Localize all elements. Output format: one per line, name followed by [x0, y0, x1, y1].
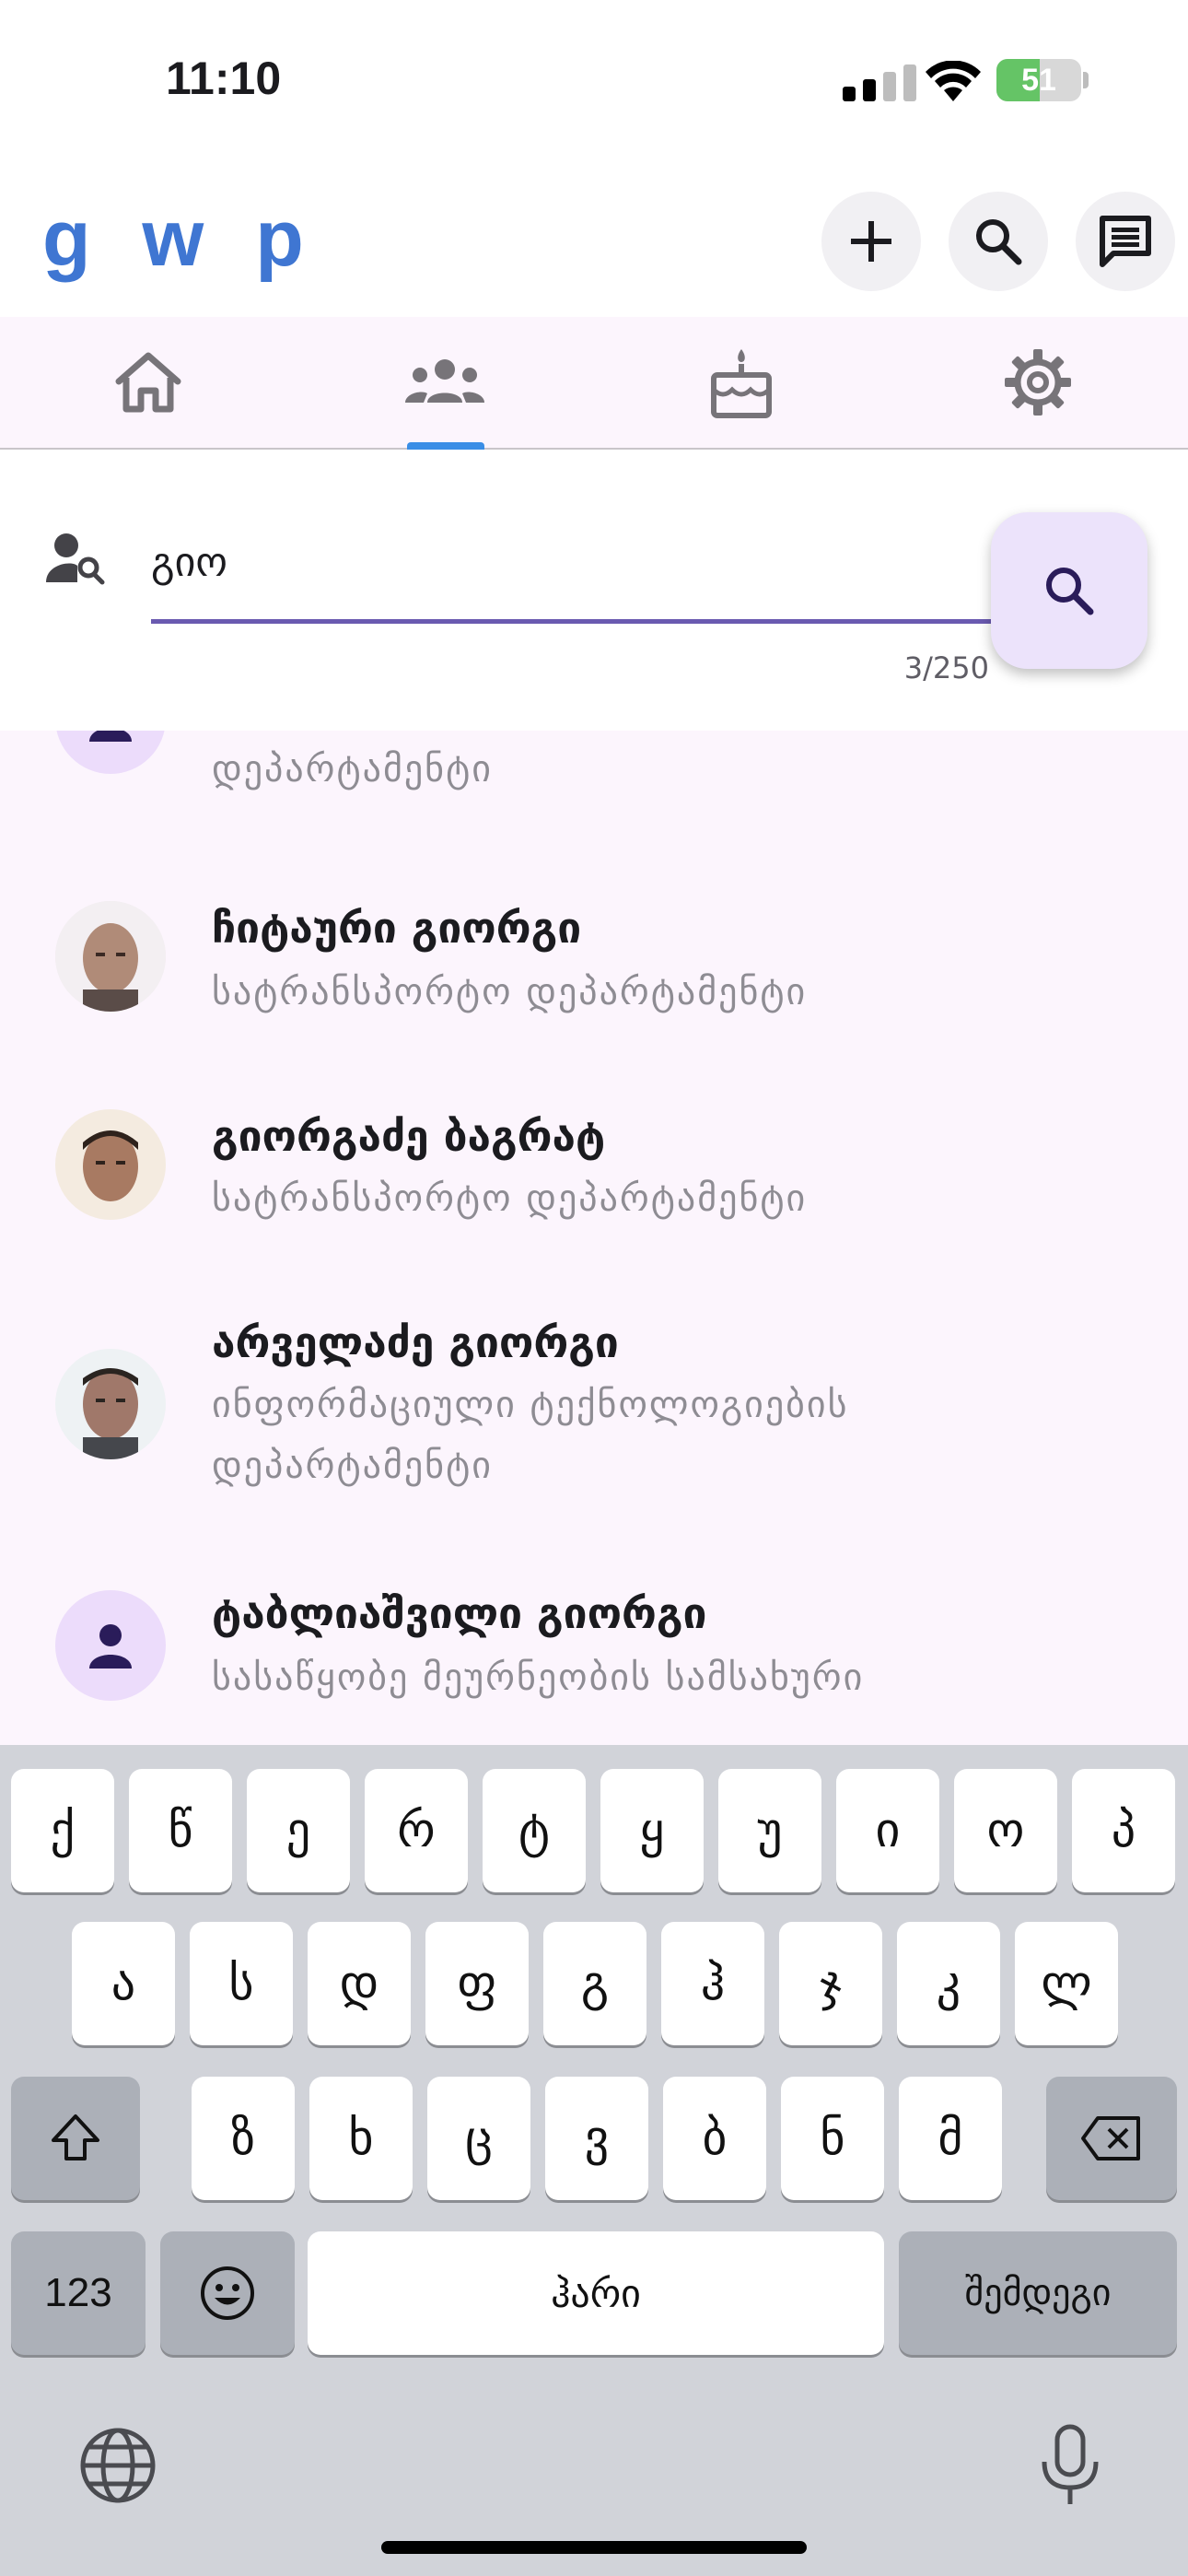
tab-home[interactable]: [0, 317, 297, 448]
globe-icon[interactable]: [79, 2427, 157, 2504]
key-5[interactable]: ტ: [483, 1769, 586, 1892]
key-7[interactable]: მ: [899, 2077, 1002, 2200]
key-4[interactable]: ფ: [425, 1922, 529, 2045]
search-icon: [976, 219, 1022, 265]
messages-button[interactable]: [1076, 192, 1175, 291]
employee-search-input[interactable]: [151, 525, 993, 599]
backspace-key[interactable]: [1046, 2077, 1177, 2200]
key-5[interactable]: გ: [543, 1922, 646, 2045]
avatar-photo: [55, 901, 166, 1012]
list-item-name: გიორგაძე ბაგრატ: [212, 1111, 606, 1161]
tab-birthdays[interactable]: [593, 317, 890, 448]
list-item[interactable]: არველაძე გიორგი ინფორმაციული ტექნოლოგიებ…: [0, 1281, 1188, 1520]
status-time: 11:10: [166, 53, 282, 104]
wifi-icon: [926, 61, 981, 101]
tab-bar: [0, 317, 1188, 450]
emoji-icon: [201, 2266, 254, 2320]
groups-icon: [405, 359, 484, 403]
plus-icon: [851, 221, 891, 262]
search-input-underline: [151, 619, 993, 624]
key-6[interactable]: ნ: [781, 2077, 884, 2200]
key-7[interactable]: უ: [718, 1769, 821, 1892]
key-3[interactable]: ც: [427, 2077, 530, 2200]
key-6[interactable]: ყ: [600, 1769, 704, 1892]
key-1[interactable]: ა: [72, 1922, 175, 2045]
key-8[interactable]: ი: [836, 1769, 939, 1892]
next-key[interactable]: შემდეგი: [899, 2231, 1177, 2355]
list-item-name: ჩიტაური გიორგი: [212, 903, 582, 953]
emoji-key[interactable]: [160, 2231, 295, 2355]
key-1[interactable]: ქ: [11, 1769, 114, 1892]
key-4[interactable]: რ: [365, 1769, 468, 1892]
key-5[interactable]: ბ: [663, 2077, 766, 2200]
employee-list: დეპარტამენტი ჩიტაური გიორგი სატრანსპორტო…: [0, 682, 1188, 1745]
active-tab-indicator: [407, 442, 484, 450]
search-button[interactable]: [949, 192, 1048, 291]
numbers-key[interactable]: 123: [11, 2231, 146, 2355]
list-item-subtitle-line2: დეპარტამენტი: [212, 1445, 493, 1487]
add-button[interactable]: [821, 192, 921, 291]
person-icon: [89, 1624, 132, 1669]
list-item-name: ტაბლიაშვილი გიორგი: [212, 1588, 707, 1638]
key-9[interactable]: ლ: [1015, 1922, 1118, 2045]
key-6[interactable]: ჰ: [661, 1922, 764, 2045]
battery-percentage: 51: [1021, 63, 1056, 98]
avatar-photo: [55, 1349, 166, 1459]
on-screen-keyboard: 123 ჰარი შემდეგი ქწერტყუიოპ ასდფგჰჯკლ ზხცვ…: [0, 1745, 1188, 2576]
shift-key[interactable]: [11, 2077, 140, 2200]
tab-settings[interactable]: [890, 317, 1186, 448]
battery-cap: [1083, 72, 1089, 88]
home-indicator: [381, 2541, 807, 2554]
person-search-icon: [46, 533, 105, 585]
key-1[interactable]: ზ: [192, 2077, 295, 2200]
key-9[interactable]: ო: [954, 1769, 1057, 1892]
key-2[interactable]: ს: [190, 1922, 293, 2045]
home-icon: [115, 352, 181, 413]
backspace-icon: [1081, 2116, 1140, 2160]
search-submit-button[interactable]: [991, 512, 1147, 669]
shift-icon: [52, 2114, 99, 2160]
cake-icon: [711, 349, 772, 418]
list-item[interactable]: ტაბლიაშვილი გიორგი სასაწყობე მეურნეობის …: [0, 1548, 1188, 1732]
list-item-subtitle-line1: ინფორმაციული ტექნოლოგიების: [212, 1384, 849, 1426]
character-counter: 3/250: [903, 650, 989, 685]
key-7[interactable]: ჯ: [779, 1922, 882, 2045]
app-logo: g w p: [42, 194, 319, 283]
tab-people[interactable]: [297, 317, 593, 448]
key-2[interactable]: წ: [129, 1769, 232, 1892]
key-4[interactable]: ვ: [545, 2077, 648, 2200]
key-8[interactable]: კ: [897, 1922, 1000, 2045]
list-item-subtitle: სასაწყობე მეურნეობის სამსახური: [212, 1657, 865, 1699]
list-item-subtitle: სატრანსპორტო დეპარტამენტი: [212, 971, 808, 1013]
list-item-subtitle: სატრანსპორტო დეპარტამენტი: [212, 1177, 808, 1220]
list-item-name: არველაძე გიორგი: [212, 1317, 619, 1367]
space-key[interactable]: ჰარი: [308, 2231, 884, 2355]
cellular-signal-icon: [843, 64, 916, 101]
avatar-photo: [55, 1109, 166, 1220]
list-item[interactable]: ჩიტაური გიორგი სატრანსპორტო დეპარტამენტი: [0, 866, 1188, 1050]
list-item-subtitle: დეპარტამენტი: [212, 748, 493, 790]
key-3[interactable]: დ: [308, 1922, 411, 2045]
list-item[interactable]: გიორგაძე ბაგრატ სატრანსპორტო დეპარტამენტ…: [0, 1072, 1188, 1257]
microphone-icon[interactable]: [1037, 2423, 1103, 2508]
chat-icon: [1100, 216, 1151, 267]
search-icon: [1046, 568, 1094, 615]
avatar: [55, 1590, 166, 1701]
key-3[interactable]: ე: [247, 1769, 350, 1892]
battery-indicator: 51: [996, 59, 1081, 101]
key-2[interactable]: ხ: [309, 2077, 413, 2200]
key-10[interactable]: პ: [1072, 1769, 1175, 1892]
gear-icon: [1005, 349, 1071, 416]
